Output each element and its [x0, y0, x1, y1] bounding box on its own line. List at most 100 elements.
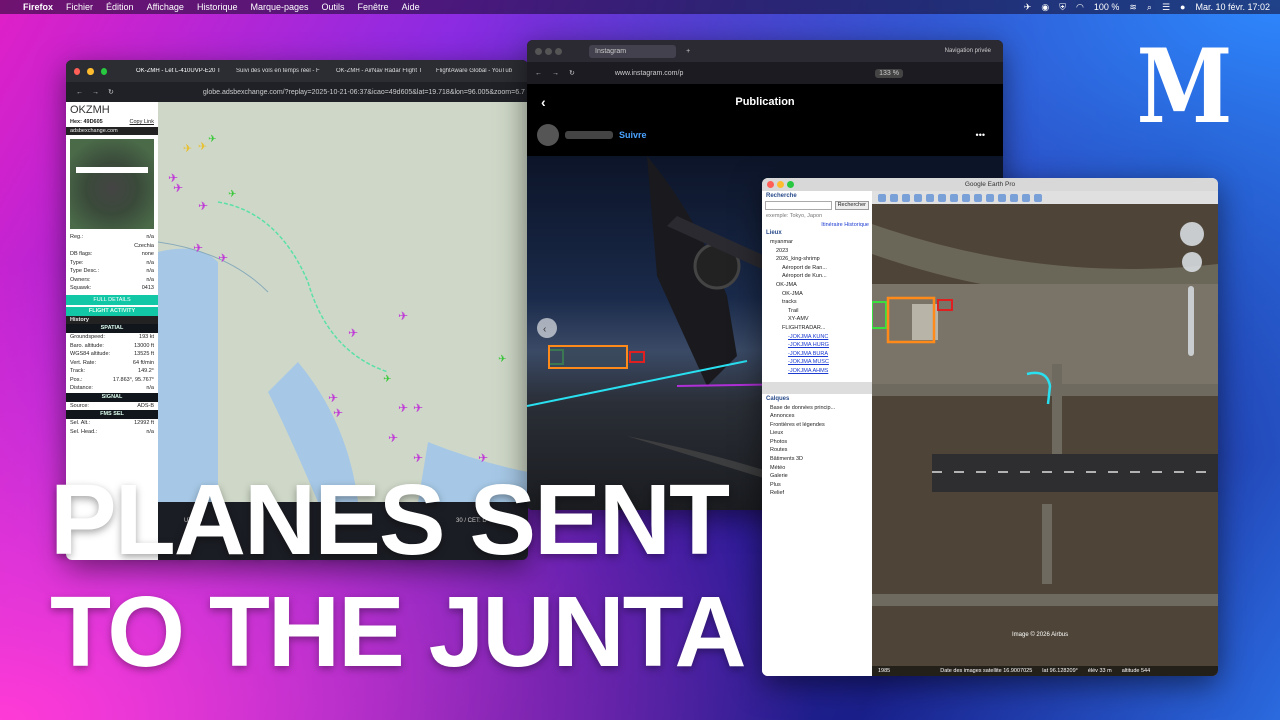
places-tree-item[interactable]: 2023 [770, 247, 872, 256]
menu-aide[interactable]: Aide [402, 2, 420, 12]
back-icon[interactable]: ← [76, 89, 83, 96]
full-details-button[interactable]: FULL DETAILS [66, 294, 158, 305]
tour-icon[interactable] [938, 193, 946, 202]
places-tree-item[interactable]: XY-AMV [770, 315, 872, 324]
new-tab-icon[interactable]: + [686, 48, 690, 55]
airplane-mode-icon[interactable]: ✈ [1024, 2, 1032, 13]
tab-suivi[interactable]: Suivi des vols en temps réel - F [232, 68, 328, 74]
layer-item[interactable]: Photos [770, 438, 872, 447]
historical-imagery-icon[interactable] [950, 193, 958, 202]
menu-edition[interactable]: Édition [106, 2, 134, 12]
places-tree-item[interactable]: OK-JMA [770, 281, 872, 290]
satellite-view[interactable]: Image © 2026 Airbus 1985 Date des images… [872, 204, 1218, 676]
flight-activity-button[interactable]: FLIGHT ACTIVITY [66, 306, 158, 316]
username-redacted[interactable] [565, 131, 613, 139]
hex-value: 49D605 [83, 119, 103, 125]
follow-button[interactable]: Suivre [619, 130, 647, 140]
ruler-icon[interactable] [986, 193, 994, 202]
places-tree-item[interactable]: -JOKJMA MUSC [770, 358, 872, 367]
forward-icon[interactable]: → [552, 70, 559, 77]
search-section-header[interactable]: Recherche [762, 191, 872, 201]
layer-item[interactable]: Météo [770, 464, 872, 473]
wifi-icon[interactable]: ≋ [1129, 2, 1137, 13]
places-tree-item[interactable]: -JOKJMA KUNC [770, 333, 872, 342]
reload-icon[interactable]: ↻ [108, 88, 114, 96]
history-link[interactable]: Historique [844, 222, 869, 228]
forward-icon[interactable]: → [92, 89, 99, 96]
overlay-icon[interactable] [926, 193, 934, 202]
polygon-icon[interactable] [902, 193, 910, 202]
menu-historique[interactable]: Historique [197, 2, 238, 12]
places-section-header[interactable]: Lieux [762, 228, 872, 238]
placemark-icon[interactable] [890, 193, 898, 202]
menu-outils[interactable]: Outils [322, 2, 345, 12]
copy-link[interactable]: Copy Link [130, 118, 154, 127]
print-icon[interactable] [1010, 193, 1018, 202]
menu-fenetre[interactable]: Fenêtre [358, 2, 389, 12]
avatar[interactable] [537, 124, 559, 146]
layer-item[interactable]: Bâtiments 3D [770, 455, 872, 464]
address-field[interactable]: www.instagram.com/p [615, 70, 683, 77]
history-label[interactable]: History [70, 316, 89, 325]
svg-text:✈: ✈ [208, 134, 216, 145]
places-tree-item[interactable]: Trail [770, 307, 872, 316]
minimize-window-button[interactable] [87, 67, 94, 75]
back-icon[interactable]: ← [535, 70, 542, 77]
tab-flightaware[interactable]: FlightAware Global - YouTub [432, 68, 528, 74]
reload-icon[interactable]: ↻ [569, 69, 575, 77]
layers-section-header[interactable]: Calques [762, 394, 872, 404]
layer-item[interactable]: Galerie [770, 472, 872, 481]
vpn-icon[interactable]: ◉ [1041, 2, 1049, 13]
layer-item[interactable]: Frontières et légendes [770, 421, 872, 430]
search-button[interactable]: Rechercher [834, 201, 869, 210]
sun-icon[interactable] [962, 193, 970, 202]
layer-item[interactable]: Relief [770, 489, 872, 498]
search-icon[interactable]: ⌕ [1147, 2, 1152, 13]
headphones-icon[interactable]: ◠ [1076, 2, 1084, 13]
zoom-window-button[interactable] [100, 67, 108, 75]
itinerary-link[interactable]: Itinéraire [821, 222, 842, 228]
layer-item[interactable]: Plus [770, 481, 872, 490]
planets-icon[interactable] [974, 193, 982, 202]
map-canvas[interactable]: ✈✈✈ ✈✈✈ ✈ ✈ ✈ ✈✈ ✈ ✈✈ ✈✈✈✈ ✈ ✈ [158, 102, 528, 502]
menu-fichier[interactable]: Fichier [66, 2, 93, 12]
places-tree-item[interactable]: FLIGHTRADAR... [770, 324, 872, 333]
places-tree-item[interactable]: Aéroport de Kun... [770, 272, 872, 281]
places-tree-item[interactable]: 2026_king-shrimp [770, 255, 872, 264]
zoom-level[interactable]: 133 % [875, 68, 903, 78]
places-tree-item[interactable]: OK-JMA [770, 290, 872, 299]
tab-airnav[interactable]: OK-ZMH - AirNav Radar Flight T [332, 68, 428, 74]
menu-marque-pages[interactable]: Marque-pages [250, 2, 308, 12]
save-image-icon[interactable] [1022, 193, 1030, 202]
layer-item[interactable]: Lieux [770, 429, 872, 438]
layer-item[interactable]: Routes [770, 446, 872, 455]
more-options-icon[interactable]: ••• [976, 130, 985, 140]
siri-icon[interactable]: ● [1180, 2, 1185, 12]
control-center-icon[interactable]: ☰ [1162, 2, 1170, 13]
shield-icon[interactable]: ⛨ [1059, 2, 1066, 13]
site-name[interactable]: adsbexchange.com [70, 127, 118, 136]
places-tree-item[interactable]: myanmar [770, 238, 872, 247]
places-tree-item[interactable]: -JOKJMA BURA [770, 350, 872, 359]
clock[interactable]: Mar. 10 févr. 17:02 [1195, 2, 1270, 12]
places-tree-item[interactable]: -JOKJMA HURG [770, 341, 872, 350]
places-tree-item[interactable]: Aéroport de Ran... [770, 264, 872, 273]
address-field[interactable]: globe.adsbexchange.com/?replay=2025-10-2… [203, 89, 525, 96]
menu-affichage[interactable]: Affichage [147, 2, 184, 12]
email-icon[interactable] [998, 193, 1006, 202]
tab-adsb[interactable]: OK-ZMH - Let L-410UVP-E20 T [132, 68, 228, 74]
layer-item[interactable]: Base de données princip... [770, 404, 872, 413]
flight-map[interactable]: ✈ ✈ ✈ ✈ ✈ ✈ ✈ ✈ ✈ ✈ ✈ ✈ ✈ ✈ ✈ ✈ ✈ ✈ ✈ ✈ [158, 102, 528, 502]
search-input[interactable] [765, 201, 832, 210]
places-tree-item[interactable]: tracks [770, 298, 872, 307]
chevron-left-icon[interactable]: ‹ [541, 94, 546, 110]
tab-instagram[interactable]: Instagram [589, 44, 677, 58]
layer-item[interactable]: Annonces [770, 412, 872, 421]
battery-label[interactable]: 100 % [1094, 2, 1120, 12]
places-tree-item[interactable]: -JOKJMA AHMS [770, 367, 872, 376]
close-window-button[interactable] [74, 67, 81, 75]
menu-app-name[interactable]: Firefox [23, 2, 53, 12]
sidebar-toggle-icon[interactable] [878, 193, 886, 202]
path-icon[interactable] [914, 193, 922, 202]
maps-icon[interactable] [1034, 193, 1042, 202]
